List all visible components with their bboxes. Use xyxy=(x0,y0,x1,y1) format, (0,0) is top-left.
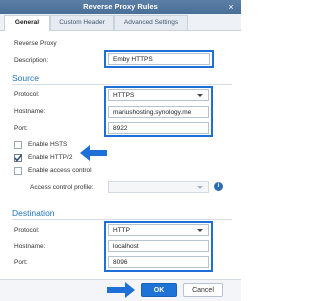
tab-advanced-settings[interactable]: Advanced Settings xyxy=(114,15,188,30)
description-input[interactable]: Emby HTTPS xyxy=(108,53,210,65)
reverse-proxy-heading: Reverse Proxy xyxy=(14,40,57,47)
cancel-button[interactable]: Cancel xyxy=(183,283,223,297)
close-icon[interactable]: × xyxy=(224,1,238,13)
destination-port-input[interactable]: 8096 xyxy=(108,256,209,268)
arrow-right-icon xyxy=(107,282,135,298)
source-protocol-label: Protocol: xyxy=(14,91,40,98)
chevron-down-icon xyxy=(197,94,203,97)
description-label: Description: xyxy=(14,57,49,64)
tab-custom-header[interactable]: Custom Header xyxy=(50,15,114,30)
tab-bar: General Custom Header Advanced Settings xyxy=(0,14,241,31)
chevron-down-icon xyxy=(197,186,203,189)
source-port-label: Port: xyxy=(14,125,28,132)
destination-port-label: Port: xyxy=(14,259,28,266)
hsts-checkbox[interactable] xyxy=(14,141,22,149)
http2-label: Enable HTTP/2 xyxy=(28,154,73,161)
checkmark-icon xyxy=(14,154,22,162)
chevron-down-icon xyxy=(197,229,203,232)
arrow-left-icon xyxy=(80,145,107,161)
destination-heading: Destination xyxy=(12,208,55,218)
info-icon[interactable]: i xyxy=(214,182,223,191)
destination-hostname-input[interactable]: localhost xyxy=(108,240,209,252)
destination-hostname-label: Hostname: xyxy=(14,243,46,250)
source-hostname-input[interactable]: mariushosting.synology.me xyxy=(108,106,209,118)
access-profile-label: Access control profile: xyxy=(30,184,94,191)
tab-general[interactable]: General xyxy=(4,15,50,31)
access-control-checkbox[interactable] xyxy=(14,167,22,175)
source-divider xyxy=(12,84,232,85)
source-port-input[interactable]: 8922 xyxy=(108,122,209,134)
destination-divider xyxy=(12,219,232,220)
source-hostname-label: Hostname: xyxy=(14,108,46,115)
access-control-label: Enable access control xyxy=(28,167,92,174)
dialog-title: Reverse Proxy Rules xyxy=(83,2,158,11)
http2-checkbox[interactable] xyxy=(14,154,22,162)
destination-protocol-select[interactable]: HTTP xyxy=(108,224,209,236)
destination-protocol-value: HTTP xyxy=(113,227,130,234)
hsts-label: Enable HSTS xyxy=(28,141,68,148)
source-protocol-select[interactable]: HTTPS xyxy=(108,89,209,101)
access-profile-select[interactable] xyxy=(108,181,209,193)
destination-protocol-label: Protocol: xyxy=(14,227,40,234)
source-protocol-value: HTTPS xyxy=(113,92,135,99)
ok-button[interactable]: OK xyxy=(141,283,177,297)
source-heading: Source xyxy=(12,73,39,83)
